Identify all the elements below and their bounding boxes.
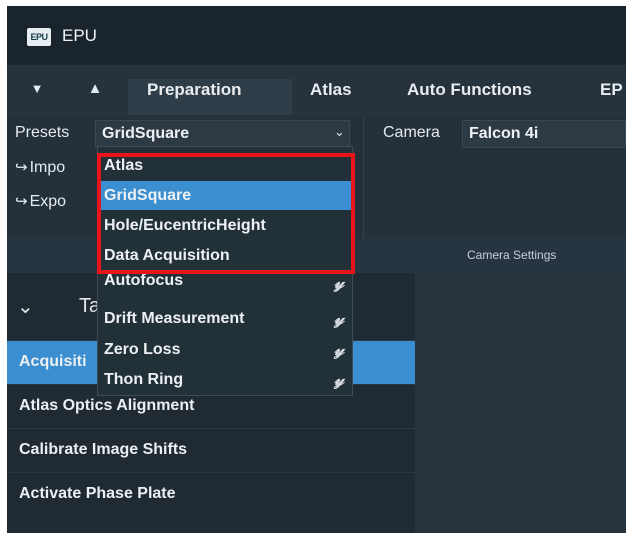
dropdown-item-drift-measurement[interactable]: Drift Measurement 𝓎 bbox=[98, 304, 352, 333]
dropdown-item-label: Thon Ring bbox=[104, 371, 184, 388]
import-icon: ↪ bbox=[15, 159, 28, 176]
camera-settings-label[interactable]: Camera Settings bbox=[467, 248, 556, 262]
dropdown-item-zero-loss[interactable]: Zero Loss 𝓎 bbox=[98, 335, 352, 364]
task-row-label: Calibrate Image Shifts bbox=[19, 441, 188, 458]
app-title: EPU bbox=[62, 26, 97, 45]
epu-window: EPU EPU ▼ ▲ Preparation Atlas Auto Funct… bbox=[7, 6, 626, 533]
tab-bar: ▼ ▲ Preparation Atlas Auto Functions EP bbox=[7, 65, 626, 115]
link-icon: 𝓎 bbox=[334, 340, 344, 359]
presets-select[interactable]: GridSquare bbox=[95, 120, 350, 148]
chevron-down-icon[interactable]: ⌄ bbox=[17, 294, 34, 319]
task-row-label: Acquisiti bbox=[19, 353, 87, 370]
camera-select[interactable]: Falcon 4i bbox=[462, 120, 626, 148]
tab-preparation[interactable]: Preparation bbox=[147, 80, 241, 100]
link-icon: 𝓎 bbox=[334, 370, 344, 389]
dropdown-item-autofocus[interactable]: Autofocus 𝓎 bbox=[98, 271, 352, 295]
export-label: Expo bbox=[29, 193, 67, 210]
dropdown-item-label: Drift Measurement bbox=[104, 310, 245, 327]
dropdown-item-label: Autofocus bbox=[104, 272, 184, 289]
divider bbox=[363, 115, 364, 238]
tab-auto-functions[interactable]: Auto Functions bbox=[407, 80, 532, 100]
task-row-activate-phase-plate[interactable]: Activate Phase Plate bbox=[7, 472, 415, 516]
triangle-down-icon[interactable]: ▼ bbox=[27, 79, 47, 99]
chevron-down-icon[interactable]: ⌄ bbox=[334, 124, 345, 140]
highlight-box bbox=[97, 153, 355, 274]
dropdown-item-thon-ring[interactable]: Thon Ring 𝓎 bbox=[98, 365, 352, 394]
app-logo-icon: EPU bbox=[27, 28, 51, 46]
tab-atlas[interactable]: Atlas bbox=[310, 80, 352, 100]
task-row-label: Activate Phase Plate bbox=[19, 485, 176, 502]
camera-label: Camera bbox=[383, 124, 440, 141]
link-icon: 𝓎 bbox=[334, 273, 344, 292]
task-row-calibrate-image-shifts[interactable]: Calibrate Image Shifts bbox=[7, 428, 415, 472]
export-icon: ↪ bbox=[15, 193, 28, 210]
dropdown-item-label: Zero Loss bbox=[104, 341, 181, 358]
import-button[interactable]: ↪ Impo bbox=[15, 158, 65, 177]
tab-ep[interactable]: EP bbox=[600, 80, 623, 100]
content-panel bbox=[415, 273, 626, 533]
link-icon: 𝓎 bbox=[334, 309, 344, 328]
import-label: Impo bbox=[29, 159, 66, 176]
task-row-label: Atlas Optics Alignment bbox=[19, 397, 195, 414]
presets-label: Presets bbox=[15, 124, 70, 141]
title-bar: EPU EPU bbox=[7, 6, 626, 65]
home-icon[interactable]: ▲ bbox=[85, 79, 105, 99]
export-button[interactable]: ↪ Expo bbox=[15, 192, 66, 211]
